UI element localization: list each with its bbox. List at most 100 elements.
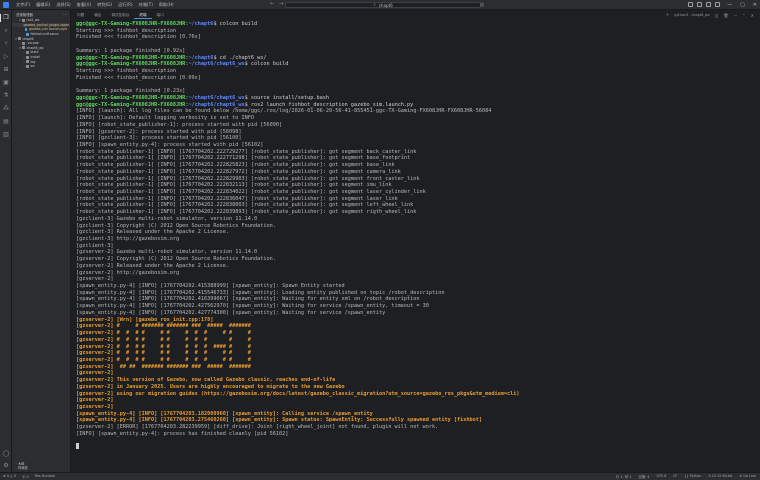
terminal-prompt-line: ggc@ggc-TX-Gaming-FX608JHR-FX608JHR:~/ch… [76, 61, 758, 68]
kill-terminal-icon[interactable]: 🗑 [723, 13, 728, 18]
testing-icon[interactable]: ⚗ [2, 92, 10, 100]
terminal-line: [spawn_entity.py-4] [INFO] [1767704202.4… [76, 289, 445, 296]
terminal-line: [INFO] [gzclient-3]: process started wit… [76, 135, 242, 142]
menu-item[interactable]: 运行(R) [115, 2, 136, 8]
prompt-command: $ source install/setup.bash [244, 94, 329, 101]
maximize-panel-icon[interactable]: ⌃ [742, 13, 745, 18]
terminal-line: [gzserver-2] [76, 403, 114, 410]
panel-tab[interactable]: 问题 [72, 11, 89, 19]
terminal-line: [robot_state_publisher-1] [INFO] [176770… [76, 188, 426, 195]
prompt-path: ~/chapt6 [188, 54, 214, 61]
status-right-item[interactable]: 行 1, 列 1 [616, 474, 631, 479]
status-right-item[interactable]: 3.10.12 64-bit [708, 474, 732, 479]
terminal-line: [INFO] [launch]: All log files can be fo… [76, 108, 492, 115]
panel-tab[interactable]: 端口 [152, 11, 169, 19]
explorer-header: 资源管理器 ··· [12, 10, 70, 18]
terminal-line: Starting >>> fishbot_description [76, 68, 176, 75]
more-icon[interactable]: ··· [733, 13, 737, 18]
terminal-line: Starting >>> fishbot_description [76, 27, 176, 34]
status-right-item[interactable]: LF [673, 474, 677, 479]
forward-arrow-icon[interactable]: → [279, 1, 283, 7]
close-icon[interactable]: ✕ [753, 0, 757, 10]
explorer-icon[interactable]: ❐ [0, 14, 10, 22]
terminal-line: [spawn_entity.py-4] [INFO] [1767704202.4… [76, 303, 429, 310]
terminal-line: [gzserver-2] This version of Gazebo, now… [76, 377, 336, 384]
terminal-line: [INFO] [gzserver-2]: process started wit… [76, 128, 242, 135]
customize-layout-icon[interactable] [715, 2, 720, 7]
status-left-item[interactable]: ⊗ 0 △ 0 [3, 474, 16, 479]
activity-bar: ❐ ⌕ ⑂ ▷ ⊞ ▣ ⚗ ⁂ ▤ ▥ ◯ ⚙ [0, 10, 12, 472]
menu-item[interactable]: 转到(G) [94, 2, 115, 8]
status-left-item[interactable]: ⓦ 0 [22, 474, 29, 479]
close-panel-icon[interactable]: ✕ [751, 13, 754, 18]
tree-item-label: log [30, 59, 36, 64]
more-actions-icon[interactable]: ··· [63, 12, 67, 17]
terminal-line: [gzserver-2] # # # # # # # # # #### # # [76, 343, 251, 350]
folder-icon [22, 41, 25, 45]
terminal-line: [gzserver-2] Gazebo multi-robot simulato… [76, 249, 258, 256]
panel-tab[interactable]: 输出 [89, 11, 106, 19]
toggle-secondary-sidebar-icon[interactable] [706, 2, 711, 7]
terminal-line: [gzserver-2] [76, 370, 114, 377]
terminal-line: [gzclient-3] Released under the Apache 2… [76, 229, 230, 236]
add-terminal-icon[interactable]: ＋ [665, 12, 669, 18]
back-arrow-icon[interactable]: ← [270, 1, 274, 7]
search-view-icon[interactable]: ⌕ [2, 27, 10, 35]
folder-icon [22, 18, 25, 22]
window-controls: — ▢ ✕ [727, 0, 757, 10]
file-tree: ▾ ros2_ws gazebo_control_plugin.cpp Mgazebo… [12, 18, 70, 69]
menu-item[interactable]: 查看(V) [74, 2, 95, 8]
status-right-item[interactable]: {} Python [684, 474, 701, 479]
tree-item[interactable]: › src [12, 64, 70, 69]
menu-item[interactable]: 文件(F) [13, 2, 33, 8]
minimize-icon[interactable]: — [727, 0, 732, 10]
docker-icon[interactable]: ▤ [2, 118, 10, 126]
terminal-line: [gzserver-2] [76, 276, 114, 283]
toggle-sidebar-icon[interactable] [688, 2, 693, 7]
folder-icon [26, 64, 29, 68]
extensions-icon[interactable]: ⊞ [2, 66, 10, 74]
file-icon [26, 32, 29, 36]
terminal-actions: ＋ python3 - chapt6_ws ◫ 🗑 ··· ⌃ ✕ [665, 12, 754, 18]
command-center-text: chapt6 [378, 2, 393, 8]
tree-item-label: gazebo_control_plugin.cpp [23, 22, 67, 27]
chart-icon[interactable]: ▥ [2, 131, 10, 139]
prompt-command: $ cd ./chapt6_ws/ [213, 54, 267, 61]
split-terminal-icon[interactable]: ◫ [715, 13, 719, 18]
source-control-icon[interactable]: ⑂ [2, 40, 10, 48]
tree-item-label: gazebo_sim.launch.py [28, 27, 65, 32]
search-icon: ⌕ [373, 3, 376, 8]
terminal-line: [gzserver-2] Released under the Apache 2… [76, 262, 230, 269]
menu-item[interactable]: 选择(S) [53, 2, 73, 8]
menu-item[interactable]: 编辑(E) [33, 2, 53, 8]
copilot-icon[interactable]: ◎ [480, 2, 484, 8]
ros-icon[interactable]: ⁂ [2, 105, 10, 113]
remote-explorer-icon[interactable]: ▣ [2, 79, 10, 87]
maximize-icon[interactable]: ▢ [740, 0, 745, 10]
prompt-path: ~/chapt6/chapt6_ws [188, 101, 245, 108]
tree-item-label: fishbot.urdf.xacro [30, 32, 59, 37]
run-debug-icon[interactable]: ▷ [2, 53, 10, 61]
terminal-name[interactable]: python3 - chapt6_ws [674, 13, 709, 17]
toggle-panel-icon[interactable] [697, 2, 702, 7]
tree-item-label: chapt6_ws [26, 45, 44, 50]
account-icon[interactable]: ◯ [2, 450, 10, 458]
status-left-item[interactable]: Ros Humble [35, 474, 55, 479]
status-right-item[interactable]: ⊘ Go Live [739, 474, 756, 479]
panel-tab[interactable]: 终端 [134, 11, 152, 19]
folder-icon [22, 46, 25, 50]
menu-item[interactable]: 终端(T) [136, 2, 156, 8]
panel-tab[interactable]: 调试控制台 [106, 11, 134, 19]
command-center-search[interactable]: ⌕ chapt6 [285, 2, 481, 8]
status-right-item[interactable]: UTF-8 [657, 474, 667, 479]
prompt-command: $ colcon build [244, 61, 289, 68]
sidebar-section-1[interactable]: › 时间线 [12, 465, 71, 470]
terminal-line: [gzserver-2] # # # # # # # # # # # # [76, 356, 251, 363]
terminal-cursor [76, 443, 79, 449]
terminal-line: [robot_state_publisher-1] [INFO] [176770… [76, 148, 417, 155]
menu-item[interactable]: 帮助(H) [156, 2, 177, 8]
manage-gear-icon[interactable]: ⚙ [2, 462, 10, 470]
title-bar: 文件(F) 编辑(E) 选择(S) 查看(V) 转到(G) 运行(R) 终端(T) 帮助(H)… [0, 0, 760, 10]
terminal-output[interactable]: ggc@ggc-TX-Gaming-FX608JHR-FX608JHR:~/ch… [76, 21, 758, 449]
status-right-item[interactable]: 空格: 4 [638, 474, 649, 479]
